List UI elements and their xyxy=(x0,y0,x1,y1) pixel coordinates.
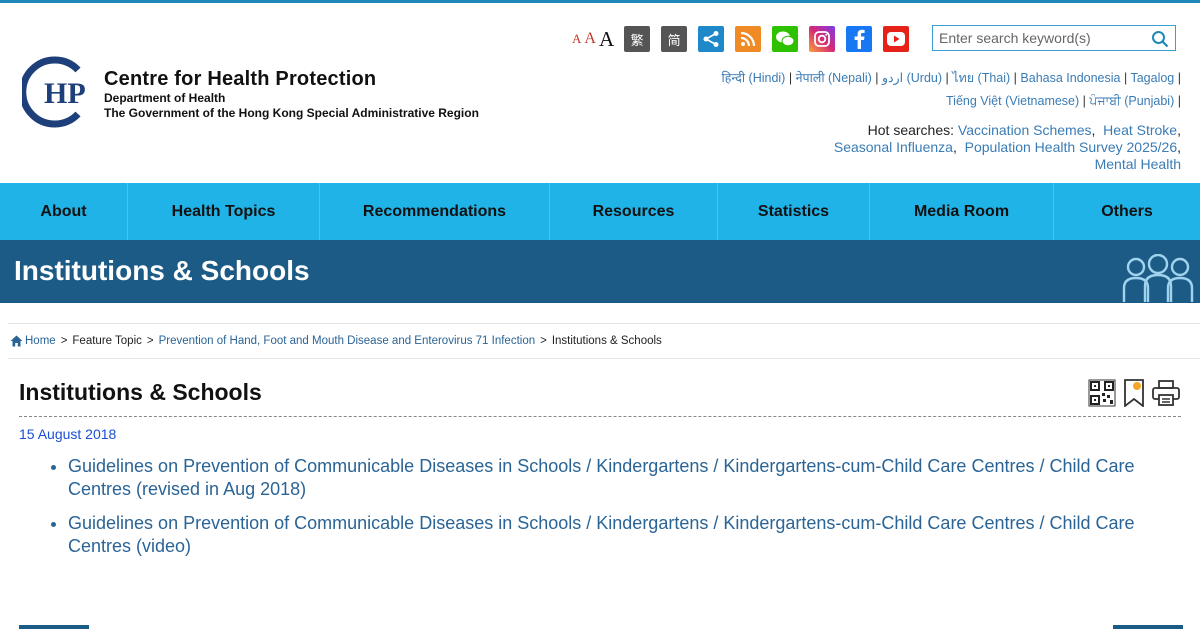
lang-tagalog[interactable]: Tagalog xyxy=(1130,71,1174,85)
breadcrumb-home[interactable]: Home xyxy=(25,335,56,347)
print-icon[interactable] xyxy=(1151,378,1181,408)
nav-statistics[interactable]: Statistics xyxy=(718,183,870,240)
lang-nepali[interactable]: नेपाली (Nepali) xyxy=(796,71,872,85)
guidelines-revised-link[interactable]: Guidelines on Prevention of Communicable… xyxy=(68,456,1135,499)
home-icon[interactable] xyxy=(10,335,23,347)
breadcrumb-topic[interactable]: Prevention of Hand, Foot and Mouth Disea… xyxy=(159,335,536,347)
guidelines-video-link[interactable]: Guidelines on Prevention of Communicable… xyxy=(68,513,1135,556)
search-box xyxy=(932,25,1176,51)
traditional-chinese-button[interactable]: 繁 xyxy=(624,26,651,52)
wechat-icon[interactable] xyxy=(772,26,799,52)
simplified-chinese-button[interactable]: 简 xyxy=(661,26,688,52)
facebook-icon[interactable] xyxy=(846,26,873,52)
footer-right-tab xyxy=(1113,625,1183,629)
lang-hindi[interactable]: हिन्दी (Hindi) xyxy=(721,71,785,85)
chp-logo[interactable]: HP xyxy=(22,56,92,128)
breadcrumb-current: Institutions & Schools xyxy=(551,335,662,347)
list-item: Guidelines on Prevention of Communicable… xyxy=(68,512,1178,558)
font-size-small-button[interactable]: A xyxy=(572,31,581,47)
lang-punjabi[interactable]: ਪੰਜਾਬੀ (Punjabi) xyxy=(1089,94,1174,108)
org-department: Department of Health xyxy=(104,91,226,105)
youtube-icon[interactable] xyxy=(883,26,910,52)
language-links: हिन्दी (Hindi) | नेपाली (Nepali) | اردو … xyxy=(721,71,1181,108)
search-icon[interactable] xyxy=(1151,30,1169,48)
lang-indonesian[interactable]: Bahasa Indonesia xyxy=(1020,71,1120,85)
qr-code-icon[interactable] xyxy=(1087,378,1117,408)
font-size-medium-button[interactable]: A xyxy=(584,30,596,48)
breadcrumb-feature-topic: Feature Topic xyxy=(72,335,142,347)
hot-search-link[interactable]: Mental Health xyxy=(1095,156,1181,172)
breadcrumb: Home > Feature Topic > Prevention of Han… xyxy=(8,323,1200,359)
nav-others[interactable]: Others xyxy=(1054,183,1200,240)
hot-searches: Hot searches: Vaccination Schemes, Heat … xyxy=(833,122,1181,172)
hot-search-link[interactable]: Heat Stroke xyxy=(1103,122,1177,138)
section-banner: Institutions & Schools xyxy=(0,240,1200,303)
rss-icon[interactable] xyxy=(735,26,762,52)
nav-about[interactable]: About xyxy=(0,183,128,240)
share-icon[interactable] xyxy=(698,26,725,52)
org-name: Centre for Health Protection xyxy=(104,68,377,90)
nav-health-topics[interactable]: Health Topics xyxy=(128,183,320,240)
nav-recommendations[interactable]: Recommendations xyxy=(320,183,550,240)
page-tools xyxy=(1087,378,1183,408)
bookmark-icon[interactable] xyxy=(1119,378,1149,408)
org-title-block: Centre for Health Protection Department … xyxy=(104,68,479,121)
hot-search-link[interactable]: Population Health Survey 2025/26 xyxy=(965,139,1177,155)
document-link-list: Guidelines on Prevention of Communicable… xyxy=(49,455,1178,569)
nav-media-room[interactable]: Media Room xyxy=(870,183,1054,240)
main-nav: About Health Topics Recommendations Reso… xyxy=(0,183,1200,240)
banner-title: Institutions & Schools xyxy=(14,255,310,286)
list-item: Guidelines on Prevention of Communicable… xyxy=(68,455,1178,501)
lang-thai[interactable]: ไทย (Thai) xyxy=(952,71,1010,85)
title-divider xyxy=(19,416,1181,417)
top-accent-line xyxy=(0,0,1200,3)
people-group-icon xyxy=(1122,254,1194,302)
org-government: The Government of the Hong Kong Special … xyxy=(104,106,479,120)
font-size-large-button[interactable]: A xyxy=(599,27,614,52)
hot-search-link[interactable]: Seasonal Influenza xyxy=(834,139,953,155)
nav-resources[interactable]: Resources xyxy=(550,183,718,240)
page-title: Institutions & Schools xyxy=(19,379,262,405)
publish-date: 15 August 2018 xyxy=(19,426,117,442)
header-toolbar: A A A 繁 简 xyxy=(572,24,920,54)
hot-searches-label: Hot searches: xyxy=(867,122,955,138)
lang-vietnamese[interactable]: Tiếng Việt (Vietnamese) xyxy=(946,94,1079,108)
lang-urdu[interactable]: اردو (Urdu) xyxy=(882,71,942,85)
search-input[interactable] xyxy=(937,29,1147,47)
footer-left-tab xyxy=(19,625,89,629)
svg-text:HP: HP xyxy=(44,77,86,110)
hot-search-link[interactable]: Vaccination Schemes xyxy=(958,122,1092,138)
instagram-icon[interactable] xyxy=(809,26,836,52)
